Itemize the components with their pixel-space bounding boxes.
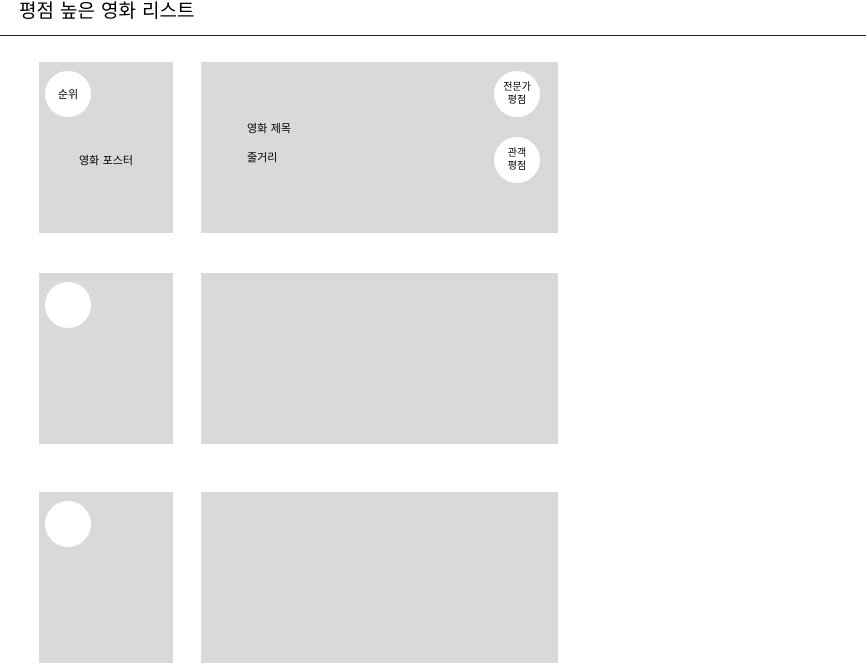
movie-poster[interactable]: 순위 영화 포스터 <box>39 62 173 233</box>
movie-info-panel[interactable] <box>201 273 558 444</box>
poster-label: 영화 포스터 <box>78 154 134 167</box>
movie-poster[interactable] <box>39 273 173 444</box>
rank-badge: 순위 <box>45 71 91 117</box>
title-divider <box>0 35 866 36</box>
movie-info-panel[interactable] <box>201 492 558 663</box>
movie-plot: 줄거리 <box>247 151 278 164</box>
movie-poster[interactable] <box>39 492 173 663</box>
page-title: 평점 높은 영화 리스트 <box>19 0 195 22</box>
movie-title: 영화 제목 <box>247 122 291 135</box>
rank-badge <box>45 501 91 547</box>
movie-info-panel[interactable]: 영화 제목 줄거리 전문가 평점 관객 평점 <box>201 62 558 233</box>
audience-score-badge: 관객 평점 <box>494 137 540 183</box>
critic-score-badge: 전문가 평점 <box>494 71 540 117</box>
rank-badge <box>45 282 91 328</box>
